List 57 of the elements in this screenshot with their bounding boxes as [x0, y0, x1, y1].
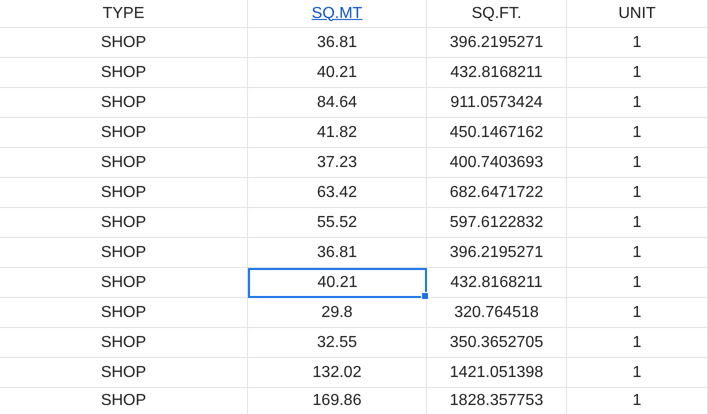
table-cell[interactable]: 63.42	[248, 178, 427, 208]
table-cell[interactable]: SHOP	[0, 88, 248, 118]
table-cell[interactable]: 37.23	[248, 148, 427, 178]
table-cell[interactable]: 36.81	[248, 28, 427, 58]
table-cell[interactable]: 1	[567, 238, 708, 268]
table-cell[interactable]: SHOP	[0, 358, 248, 388]
table-cell[interactable]: 1	[567, 148, 708, 178]
table-cell[interactable]: SHOP	[0, 28, 248, 58]
table-cell[interactable]: 36.81	[248, 238, 427, 268]
table-cell[interactable]: 320.764518	[427, 298, 567, 328]
table-cell[interactable]: 40.21	[248, 268, 427, 298]
table-cell[interactable]: 40.21	[248, 58, 427, 88]
table-cell[interactable]: 432.8168211	[427, 58, 567, 88]
table-cell[interactable]: 450.1467162	[427, 118, 567, 148]
table-cell[interactable]: 432.8168211	[427, 268, 567, 298]
table-cell[interactable]: SHOP	[0, 58, 248, 88]
table-cell[interactable]: 1421.051398	[427, 358, 567, 388]
table-cell[interactable]: SHOP	[0, 238, 248, 268]
table-cell[interactable]: SHOP	[0, 148, 248, 178]
table-cell[interactable]: 1	[567, 298, 708, 328]
table-cell[interactable]: SHOP	[0, 208, 248, 238]
table-cell[interactable]: 682.6471722	[427, 178, 567, 208]
table-cell[interactable]: SHOP	[0, 118, 248, 148]
table-cell[interactable]: 132.02	[248, 358, 427, 388]
table-cell[interactable]: 1	[567, 358, 708, 388]
table-cell[interactable]: 350.3652705	[427, 328, 567, 358]
table-cell[interactable]: 1	[567, 118, 708, 148]
table-cell[interactable]: 1	[567, 178, 708, 208]
table-cell[interactable]: SHOP	[0, 178, 248, 208]
table-cell[interactable]: 400.7403693	[427, 148, 567, 178]
table-cell[interactable]: 1828.357753	[427, 388, 567, 414]
table-cell[interactable]: 84.64	[248, 88, 427, 118]
header-link[interactable]: SQ.MT	[312, 4, 362, 22]
table-cell[interactable]: 32.55	[248, 328, 427, 358]
table-cell[interactable]: 911.0573424	[427, 88, 567, 118]
column-header: TYPE	[102, 4, 144, 22]
table-cell[interactable]: 396.2195271	[427, 238, 567, 268]
table-cell[interactable]: 169.86	[248, 388, 427, 414]
fill-handle[interactable]	[421, 292, 429, 300]
table-cell[interactable]: 41.82	[248, 118, 427, 148]
table-cell[interactable]: 1	[567, 58, 708, 88]
table-cell[interactable]: 29.8	[248, 298, 427, 328]
table-cell[interactable]: SHOP	[0, 328, 248, 358]
table-cell[interactable]: SHOP	[0, 268, 248, 298]
table-cell[interactable]: 55.52	[248, 208, 427, 238]
table-cell[interactable]: 597.6122832	[427, 208, 567, 238]
table-cell[interactable]: 1	[567, 28, 708, 58]
column-header: SQ.FT.	[472, 4, 522, 22]
table-cell[interactable]: 396.2195271	[427, 28, 567, 58]
table-cell[interactable]: 1	[567, 208, 708, 238]
table-cell[interactable]: 1	[567, 88, 708, 118]
column-header: UNIT	[618, 4, 656, 22]
table-cell[interactable]: 1	[567, 268, 708, 298]
table-cell[interactable]: 1	[567, 328, 708, 358]
table-cell[interactable]: SHOP	[0, 388, 248, 414]
table-cell[interactable]: 1	[567, 388, 708, 414]
table-cell[interactable]: SHOP	[0, 298, 248, 328]
